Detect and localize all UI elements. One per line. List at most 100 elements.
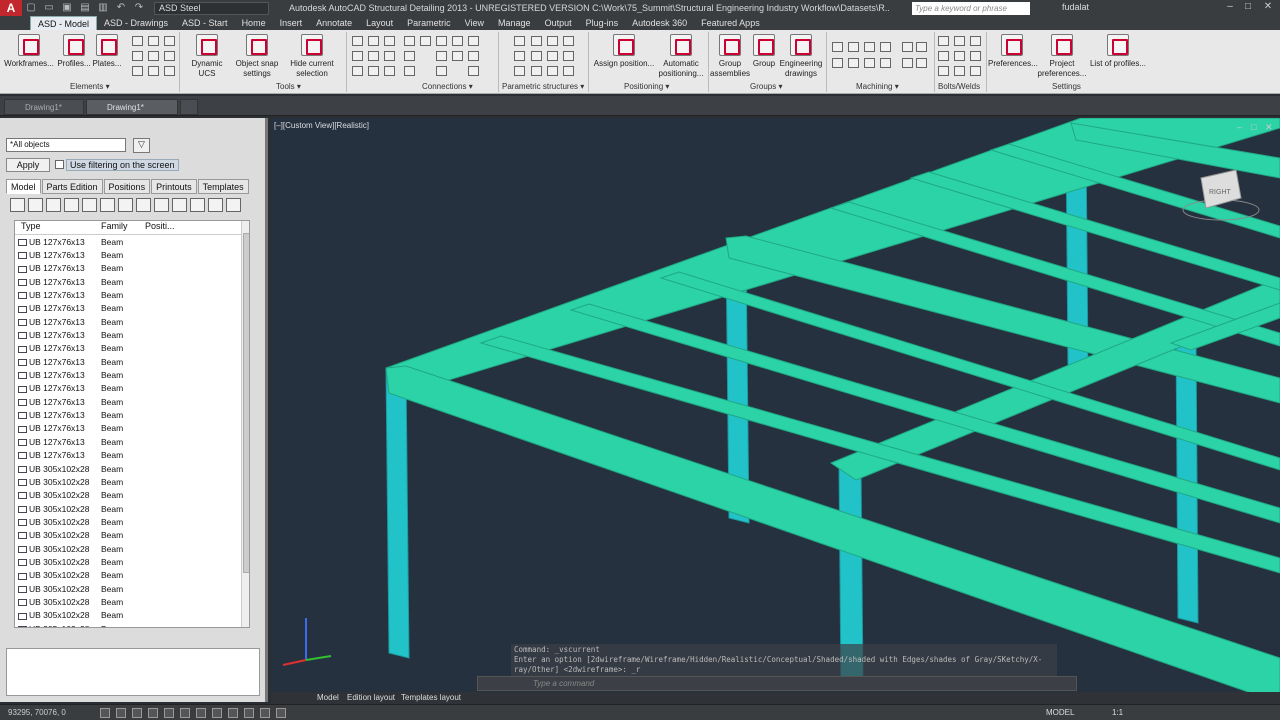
- table-row[interactable]: UB 305x102x28 Beam: [15, 462, 249, 475]
- bolt-weld-icon[interactable]: [954, 66, 965, 76]
- table-row[interactable]: UB 127x76x13 Beam: [15, 395, 249, 408]
- panel-elements-label[interactable]: Elements ▾: [70, 82, 110, 91]
- table-row[interactable]: UB 305x102x28 Beam: [15, 475, 249, 488]
- parametric-icon[interactable]: [531, 36, 542, 46]
- help-search-input[interactable]: Type a keyword or phrase: [912, 2, 1030, 15]
- element-tool-icon[interactable]: [132, 66, 143, 76]
- element-tool-icon[interactable]: [148, 51, 159, 61]
- panel-positioning-label[interactable]: Positioning ▾: [624, 82, 669, 91]
- doc-tab-active[interactable]: Drawing1*: [86, 99, 178, 115]
- table-row[interactable]: UB 127x76x13 Beam: [15, 342, 249, 355]
- machining-icon[interactable]: [916, 58, 927, 68]
- table-row[interactable]: UB 305x102x28 Beam: [15, 622, 249, 627]
- group-assemblies-button[interactable]: Group assemblies: [710, 34, 750, 79]
- doc-tab[interactable]: Drawing1*: [4, 99, 84, 115]
- hide-selection-button[interactable]: Hide current selection: [286, 34, 338, 79]
- machining-icon[interactable]: [848, 58, 859, 68]
- ortho-toggle[interactable]: [132, 708, 142, 718]
- new-file-icon[interactable]: ▢: [23, 1, 39, 15]
- bolt-weld-icon[interactable]: [954, 51, 965, 61]
- palette-tool-icon[interactable]: [172, 198, 187, 212]
- machining-icon[interactable]: [832, 42, 843, 52]
- preferences-button[interactable]: Preferences...: [988, 34, 1038, 69]
- table-row[interactable]: UB 305x102x28 Beam: [15, 582, 249, 595]
- table-row[interactable]: UB 127x76x13 Beam: [15, 315, 249, 328]
- palette-tab-model[interactable]: Model: [6, 179, 41, 194]
- apply-button[interactable]: Apply: [6, 158, 50, 172]
- machining-icon[interactable]: [848, 42, 859, 52]
- viewport-close-icon[interactable]: ✕: [1265, 122, 1273, 133]
- connection-icon[interactable]: [368, 36, 379, 46]
- connection-icon[interactable]: [452, 36, 463, 46]
- table-row[interactable]: UB 305x102x28 Beam: [15, 555, 249, 568]
- table-row[interactable]: UB 305x102x28 Beam: [15, 515, 249, 528]
- ribbon-tab-plug-ins[interactable]: Plug-ins: [579, 16, 626, 30]
- app-logo[interactable]: A: [0, 0, 22, 16]
- panel-connections-label[interactable]: Connections ▾: [422, 82, 473, 91]
- connection-icon[interactable]: [436, 36, 447, 46]
- parametric-icon[interactable]: [547, 51, 558, 61]
- palette-tool-icon[interactable]: [136, 198, 151, 212]
- table-row[interactable]: UB 305x102x28 Beam: [15, 542, 249, 555]
- machining-icon[interactable]: [916, 42, 927, 52]
- connection-icon[interactable]: [436, 66, 447, 76]
- ribbon-tab-parametric[interactable]: Parametric: [400, 16, 458, 30]
- table-row[interactable]: UB 305x102x28 Beam: [15, 502, 249, 515]
- model-space-toggle[interactable]: MODEL: [1046, 708, 1074, 717]
- connection-icon[interactable]: [384, 51, 395, 61]
- workspace-select[interactable]: ASD Steel: [154, 1, 269, 15]
- list-scrollbar[interactable]: [241, 221, 249, 627]
- drawing-viewport[interactable]: RIGHT [–][Custom View][Realistic] – □ ✕ …: [271, 118, 1280, 692]
- palette-tool-icon[interactable]: [46, 198, 61, 212]
- bolt-weld-icon[interactable]: [954, 36, 965, 46]
- connection-icon[interactable]: [468, 51, 479, 61]
- table-row[interactable]: UB 127x76x13 Beam: [15, 262, 249, 275]
- column-type[interactable]: Type: [15, 221, 101, 234]
- column-position[interactable]: Positi...: [145, 221, 205, 234]
- new-tab-button[interactable]: [180, 99, 198, 115]
- group-button[interactable]: Group: [750, 34, 778, 69]
- plates-button[interactable]: Plates...: [92, 34, 122, 69]
- connection-icon[interactable]: [404, 36, 415, 46]
- snap-toggle[interactable]: [100, 708, 110, 718]
- quick-properties-toggle[interactable]: [260, 708, 270, 718]
- column-family[interactable]: Family: [101, 221, 145, 234]
- palette-tool-icon[interactable]: [226, 198, 241, 212]
- table-row[interactable]: UB 305x102x28 Beam: [15, 569, 249, 582]
- parametric-icon[interactable]: [563, 36, 574, 46]
- parametric-icon[interactable]: [514, 66, 525, 76]
- transparency-toggle[interactable]: [244, 708, 254, 718]
- palette-tool-icon[interactable]: [10, 198, 25, 212]
- table-row[interactable]: UB 127x76x13 Beam: [15, 408, 249, 421]
- profiles-button[interactable]: Profiles...: [56, 34, 92, 69]
- viewport-controls-label[interactable]: [–][Custom View][Realistic]: [274, 121, 369, 130]
- project-preferences-button[interactable]: Project preferences...: [1036, 34, 1088, 79]
- automatic-positioning-button[interactable]: Automatic positioning...: [656, 34, 706, 79]
- osnap-toggle[interactable]: [164, 708, 174, 718]
- table-row[interactable]: UB 127x76x13 Beam: [15, 235, 249, 248]
- print-icon[interactable]: ▥: [95, 1, 111, 15]
- close-button[interactable]: ✕: [1258, 0, 1278, 14]
- ribbon-tab-insert[interactable]: Insert: [273, 16, 310, 30]
- save-icon[interactable]: ▣: [59, 1, 75, 15]
- maximize-button[interactable]: □: [1238, 0, 1258, 14]
- layout-tab-edition[interactable]: Edition layout: [347, 693, 395, 702]
- connection-icon[interactable]: [404, 51, 415, 61]
- ribbon-tab-asd-drawings[interactable]: ASD - Drawings: [97, 16, 175, 30]
- machining-icon[interactable]: [880, 58, 891, 68]
- viewport-minimize-icon[interactable]: –: [1237, 122, 1242, 132]
- ribbon-tab-featured-apps[interactable]: Featured Apps: [694, 16, 767, 30]
- parametric-icon[interactable]: [547, 66, 558, 76]
- table-row[interactable]: UB 305x102x28 Beam: [15, 529, 249, 542]
- connection-icon[interactable]: [384, 66, 395, 76]
- viewport-restore-icon[interactable]: □: [1251, 122, 1256, 132]
- connection-icon[interactable]: [352, 66, 363, 76]
- bolt-weld-icon[interactable]: [970, 66, 981, 76]
- palette-tool-icon[interactable]: [28, 198, 43, 212]
- panel-parametric-label[interactable]: Parametric structures ▾: [502, 82, 584, 91]
- machining-icon[interactable]: [902, 58, 913, 68]
- panel-machining-label[interactable]: Machining ▾: [856, 82, 899, 91]
- connection-icon[interactable]: [404, 66, 415, 76]
- palette-tool-icon[interactable]: [190, 198, 205, 212]
- dyn-toggle[interactable]: [212, 708, 222, 718]
